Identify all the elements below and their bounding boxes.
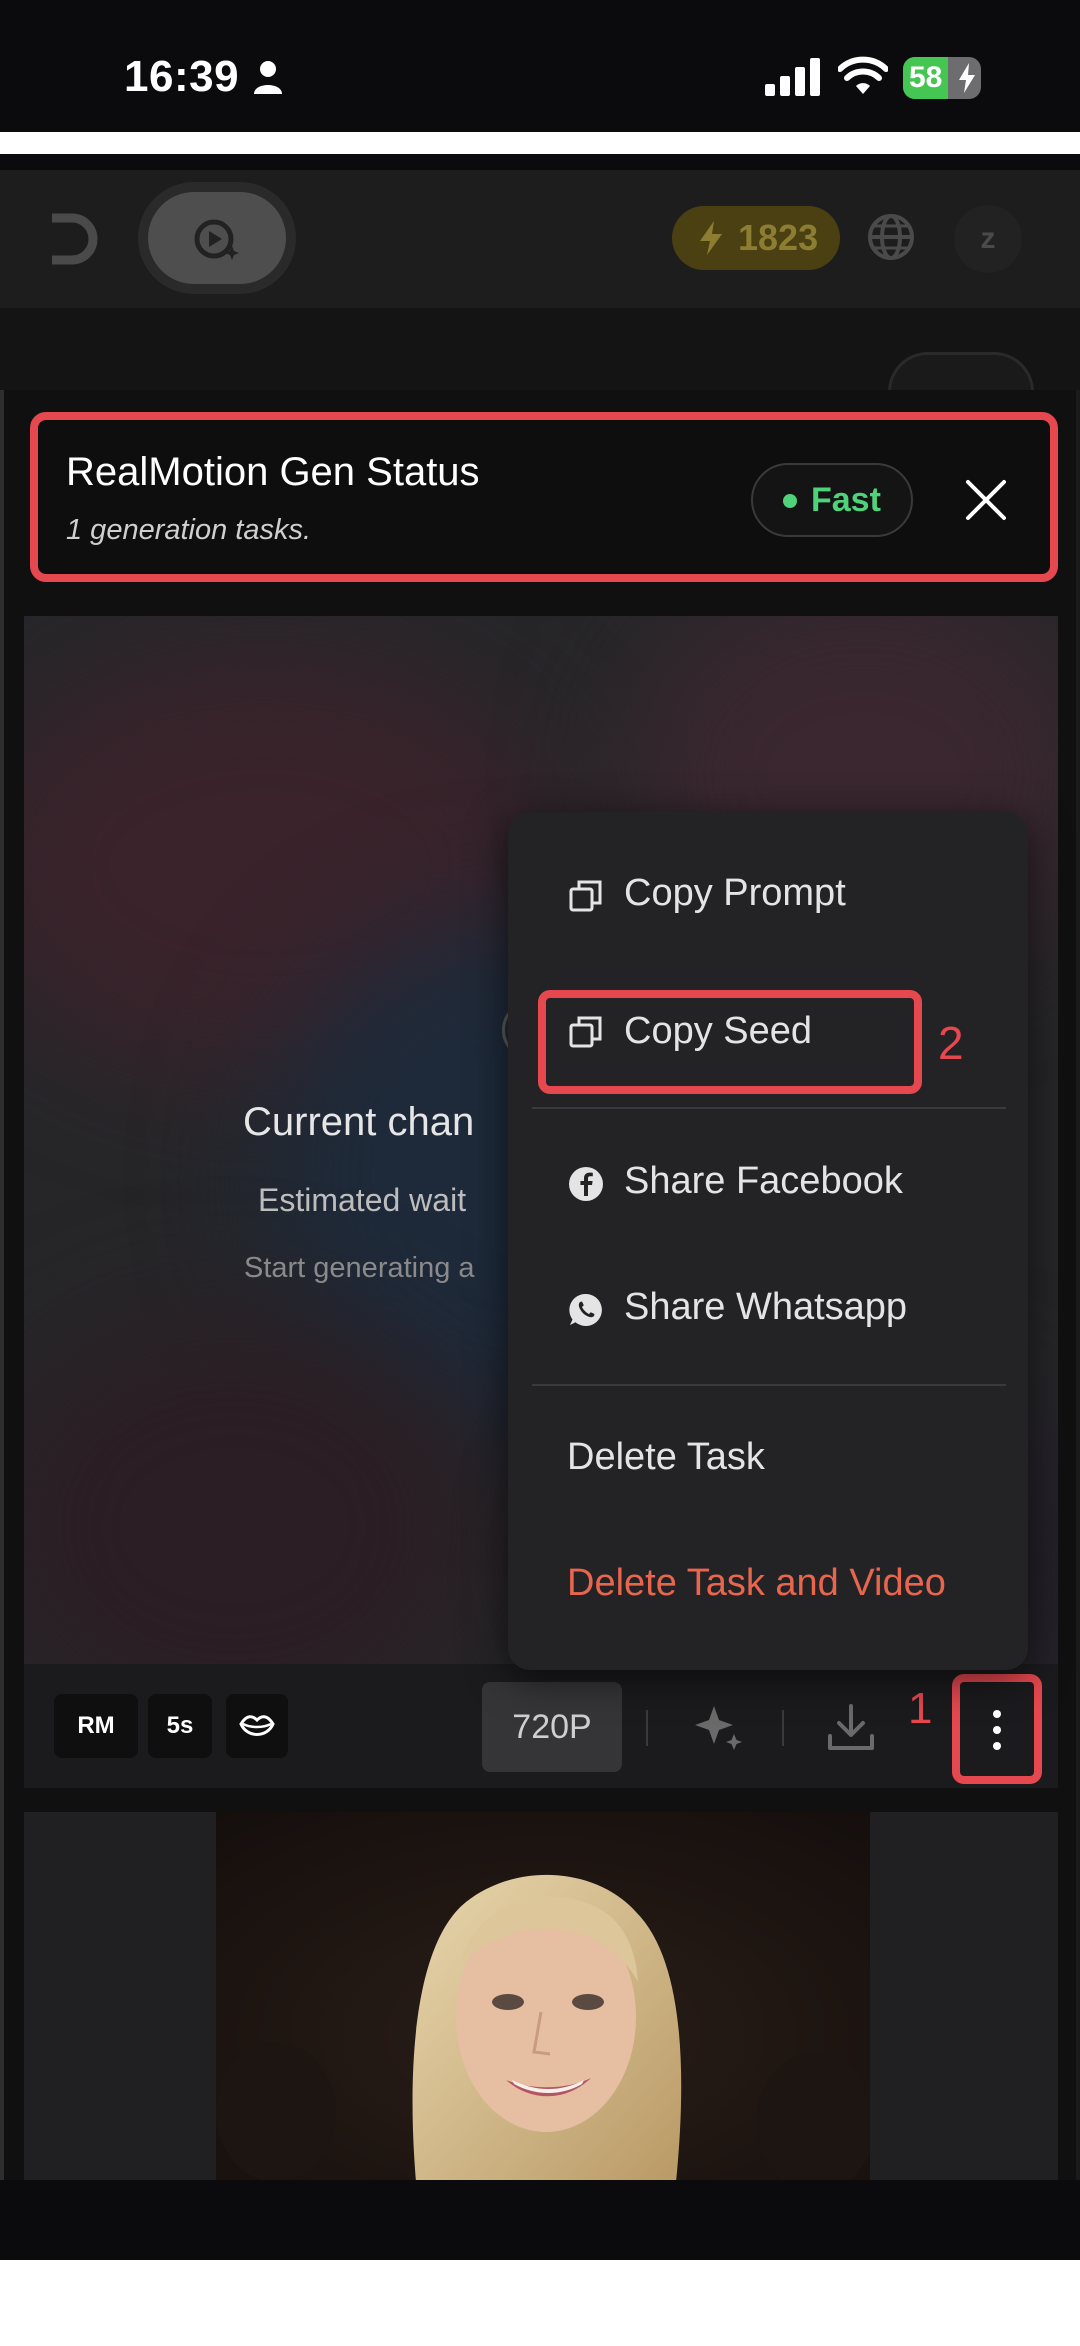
generated-image-thumbnail[interactable] (216, 1812, 870, 2182)
resolution-button[interactable]: 720P (482, 1682, 622, 1772)
annotation-step-1: 1 (908, 1684, 933, 1733)
annotation-step-2: 2 (938, 1017, 964, 1069)
battery-level: 58 (909, 61, 943, 94)
browser-divider-dark (0, 154, 1080, 170)
queue-status-title: Current chan (243, 1100, 475, 1144)
facebook-icon (569, 1167, 603, 1201)
back-icon[interactable] (44, 210, 100, 268)
signal-icon (765, 58, 820, 96)
menu-divider (532, 1384, 1006, 1386)
status-time: 16:39 (124, 52, 240, 101)
video-generate-tab[interactable] (148, 192, 286, 284)
lightning-icon (700, 221, 722, 255)
menu-item-share-whatsapp[interactable]: Share Whatsapp (624, 1286, 907, 1329)
sparkle-icon[interactable] (694, 1702, 744, 1752)
credits-badge[interactable]: 1823 (672, 206, 840, 270)
lips-icon (239, 1715, 275, 1736)
globe-icon[interactable] (866, 212, 916, 262)
more-options-button[interactable] (952, 1674, 1042, 1784)
duration-chip: 5s (148, 1694, 212, 1758)
copy-seed-highlight-box (538, 990, 922, 1094)
wifi-icon (838, 56, 888, 94)
toolbar-divider (782, 1710, 784, 1746)
left-divider (0, 390, 4, 2180)
queue-estimated-wait: Estimated wait (258, 1182, 467, 1218)
credits-count: 1823 (738, 217, 819, 258)
menu-item-copy-prompt[interactable]: Copy Prompt (624, 872, 846, 915)
model-chip: RM (54, 1694, 138, 1758)
person-icon (254, 61, 282, 94)
queue-start-note: Start generating a (244, 1252, 475, 1284)
video-generate-icon (194, 219, 239, 260)
bottom-safe-area (0, 2260, 1080, 2346)
whatsapp-icon (569, 1293, 602, 1326)
download-icon[interactable] (826, 1702, 876, 1752)
bottom-bar (0, 2180, 1080, 2260)
menu-item-delete-task-and-video[interactable]: Delete Task and Video (567, 1562, 946, 1605)
browser-divider (0, 132, 1080, 154)
menu-item-share-facebook[interactable]: Share Facebook (624, 1160, 903, 1203)
battery-icon: 58 (903, 57, 981, 99)
right-divider (1076, 390, 1080, 2180)
toolbar-divider (646, 1710, 648, 1746)
menu-divider (532, 1107, 1006, 1109)
more-vertical-icon (993, 1710, 1001, 1750)
screen: 16:39 58 1823 z RealMotion Gen Status 1 … (0, 0, 1080, 2346)
avatar[interactable]: z (954, 205, 1022, 273)
lipsync-chip (226, 1694, 288, 1758)
charging-bolt-icon (959, 63, 975, 93)
copy-icon (569, 880, 602, 912)
menu-item-delete-task[interactable]: Delete Task (567, 1436, 765, 1479)
banner-highlight-box (30, 412, 1058, 582)
task-options-menu (508, 812, 1028, 1670)
